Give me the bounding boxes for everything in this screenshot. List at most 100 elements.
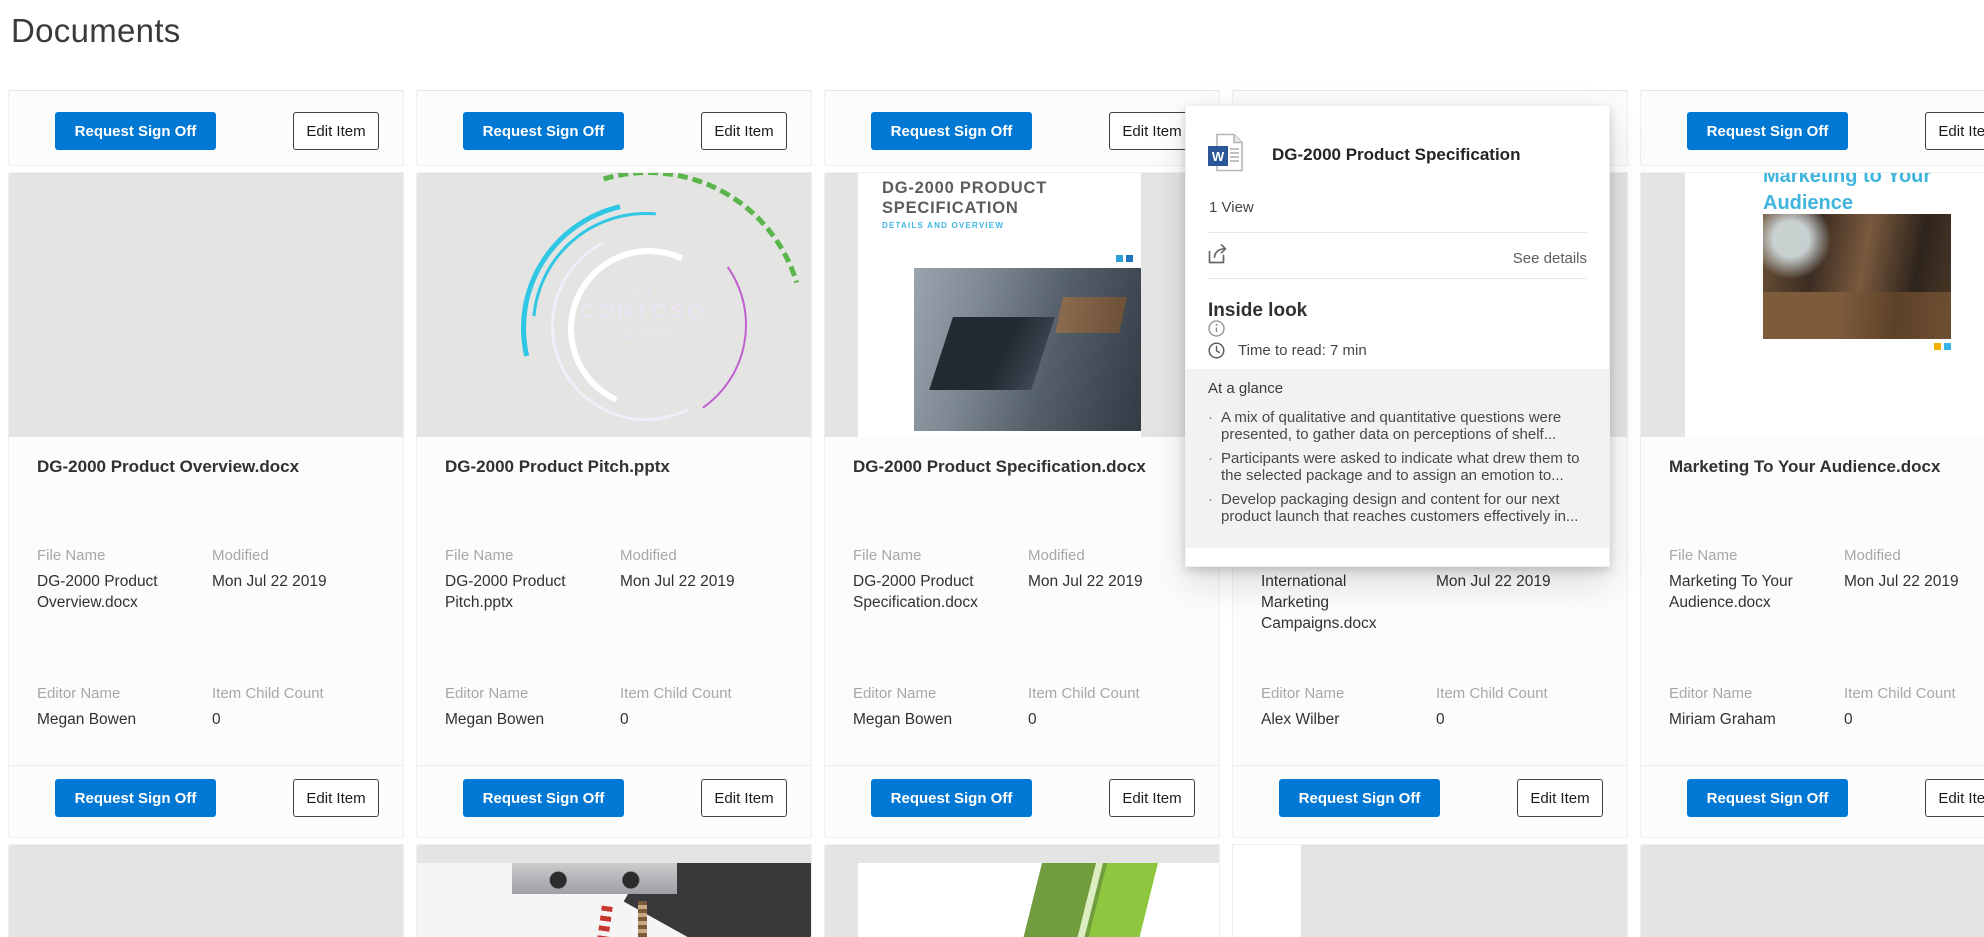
item-child-count-label: Item Child Count bbox=[1844, 685, 1984, 702]
editor-name-value: Megan Bowen bbox=[853, 709, 1028, 730]
document-thumbnail[interactable]: DG-2000 PRODUCT SPECIFICATION DETAILS AN… bbox=[825, 173, 1219, 437]
modified-label: Modified bbox=[620, 547, 797, 564]
edit-item-button[interactable]: Edit Item bbox=[1925, 112, 1984, 150]
slide-preview-page bbox=[858, 863, 1219, 937]
request-sign-off-button[interactable]: Request Sign Off bbox=[55, 112, 216, 150]
request-sign-off-button[interactable]: Request Sign Off bbox=[1687, 112, 1848, 150]
view-count: 1 View bbox=[1209, 199, 1254, 216]
previous-row-card-bottom: Request Sign Off Edit Item bbox=[824, 90, 1220, 166]
document-card-grid: Request Sign Off Edit Item DG-2000 Produ… bbox=[8, 90, 1984, 937]
request-sign-off-button[interactable]: Request Sign Off bbox=[463, 779, 624, 817]
item-child-count-label: Item Child Count bbox=[1436, 685, 1613, 702]
edit-item-button[interactable]: Edit Item bbox=[1517, 779, 1603, 817]
preview-bullets-decoration bbox=[1934, 343, 1951, 350]
file-hover-card: W DG-2000 Product Specification 1 View S… bbox=[1185, 105, 1610, 567]
document-thumbnail[interactable] bbox=[417, 845, 811, 937]
document-thumbnail[interactable] bbox=[9, 173, 403, 437]
modified-label: Modified bbox=[212, 547, 389, 564]
word-file-icon: W bbox=[1208, 133, 1244, 173]
item-child-count-value: 0 bbox=[212, 709, 389, 730]
file-name-label: File Name bbox=[445, 547, 620, 564]
next-row-card-top bbox=[1640, 844, 1984, 937]
item-child-count-value: 0 bbox=[620, 709, 797, 730]
edit-item-button[interactable]: Edit Item bbox=[293, 112, 379, 150]
document-thumbnail[interactable] bbox=[1233, 845, 1627, 937]
card-divider bbox=[1233, 765, 1627, 766]
item-child-count-value: 0 bbox=[1844, 709, 1984, 730]
see-details-link[interactable]: See details bbox=[1513, 250, 1587, 267]
request-sign-off-button[interactable]: Request Sign Off bbox=[1687, 779, 1848, 817]
editor-name-label: Editor Name bbox=[445, 685, 620, 702]
document-card: Marketing to Your Audience Marketing To … bbox=[1640, 172, 1984, 838]
info-icon[interactable] bbox=[1208, 320, 1319, 337]
modified-label: Modified bbox=[1844, 547, 1984, 564]
doc-preview-page: DG-2000 PRODUCT SPECIFICATION DETAILS AN… bbox=[858, 173, 1141, 437]
edit-item-button[interactable]: Edit Item bbox=[701, 779, 787, 817]
editor-name-value: Miriam Graham bbox=[1669, 709, 1844, 730]
document-title[interactable]: DG-2000 Product Overview.docx bbox=[37, 457, 387, 477]
glance-bullet: ·Participants were asked to indicate wha… bbox=[1208, 450, 1591, 484]
preview-subtitle: DETAILS AND OVERVIEW bbox=[882, 221, 1004, 230]
document-thumbnail[interactable] bbox=[9, 845, 403, 937]
file-name-label: File Name bbox=[1669, 547, 1844, 564]
edit-item-button[interactable]: Edit Item bbox=[293, 779, 379, 817]
card-divider bbox=[1641, 765, 1984, 766]
preview-heading: DG-2000 PRODUCT SPECIFICATION bbox=[882, 178, 1047, 218]
file-name-label: File Name bbox=[37, 547, 212, 564]
modified-value: Mon Jul 22 2019 bbox=[620, 571, 797, 592]
svg-text:W: W bbox=[1212, 149, 1225, 164]
editor-name-label: Editor Name bbox=[853, 685, 1028, 702]
request-sign-off-button[interactable]: Request Sign Off bbox=[463, 112, 624, 150]
time-to-read: Time to read: 7 min bbox=[1208, 342, 1367, 359]
doc-preview-page: Marketing to Your Audience bbox=[1685, 173, 1984, 437]
document-thumbnail[interactable]: Marketing to Your Audience bbox=[1641, 173, 1984, 437]
at-a-glance-panel: At a glance ·A mix of qualitative and qu… bbox=[1186, 369, 1609, 548]
divider bbox=[1208, 278, 1587, 279]
edit-item-button[interactable]: Edit Item bbox=[1109, 779, 1195, 817]
tablet-desk-photo bbox=[914, 268, 1141, 431]
card-column-3: Request Sign Off Edit Item DG-2000 PRODU… bbox=[824, 90, 1220, 937]
at-a-glance-heading: At a glance bbox=[1208, 380, 1591, 397]
next-row-card-top bbox=[824, 844, 1220, 937]
glance-bullet: ·Develop packaging design and content fo… bbox=[1208, 491, 1591, 525]
request-sign-off-button[interactable]: Request Sign Off bbox=[871, 779, 1032, 817]
edit-item-button[interactable]: Edit Item bbox=[701, 112, 787, 150]
edit-item-button[interactable]: Edit Item bbox=[1925, 779, 1984, 817]
file-name-label: File Name bbox=[853, 547, 1028, 564]
share-icon[interactable] bbox=[1207, 242, 1234, 266]
editor-name-value: Megan Bowen bbox=[37, 709, 212, 730]
inside-look-heading: Inside look bbox=[1208, 300, 1319, 339]
item-child-count-label: Item Child Count bbox=[620, 685, 797, 702]
glance-bullet: ·A mix of qualitative and quantitative q… bbox=[1208, 409, 1591, 443]
document-title[interactable]: DG-2000 Product Pitch.pptx bbox=[445, 457, 795, 477]
document-title[interactable]: Marketing To Your Audience.docx bbox=[1669, 457, 1984, 477]
next-row-card-top bbox=[416, 844, 812, 937]
file-name-value: DG-2000 Product Overview.docx bbox=[37, 571, 212, 613]
request-sign-off-button[interactable]: Request Sign Off bbox=[55, 779, 216, 817]
preview-bullets-decoration bbox=[1116, 255, 1133, 262]
modified-value: Mon Jul 22 2019 bbox=[1436, 571, 1613, 592]
document-card: DG-2000 Product Overview.docx File Name … bbox=[8, 172, 404, 838]
item-child-count-label: Item Child Count bbox=[212, 685, 389, 702]
next-row-card-top bbox=[8, 844, 404, 937]
item-child-count-value: 0 bbox=[1028, 709, 1205, 730]
request-sign-off-button[interactable]: Request Sign Off bbox=[1279, 779, 1440, 817]
modified-value: Mon Jul 22 2019 bbox=[1844, 571, 1984, 592]
card-column-5: Request Sign Off Edit Item Marketing to … bbox=[1640, 90, 1984, 937]
file-name-value: DG-2000 Product Pitch.pptx bbox=[445, 571, 620, 613]
item-child-count-label: Item Child Count bbox=[1028, 685, 1205, 702]
request-sign-off-button[interactable]: Request Sign Off bbox=[871, 112, 1032, 150]
file-name-value: International Marketing Campaigns.docx bbox=[1261, 571, 1436, 634]
document-title[interactable]: DG-2000 Product Specification.docx bbox=[853, 457, 1203, 477]
card-divider bbox=[825, 765, 1219, 766]
next-row-card-top bbox=[1232, 844, 1628, 937]
card-column-2: Request Sign Off Edit Item THE CONTOSO D… bbox=[416, 90, 812, 937]
modified-value: Mon Jul 22 2019 bbox=[212, 571, 389, 592]
document-thumbnail[interactable] bbox=[1641, 845, 1984, 937]
edit-item-button[interactable]: Edit Item bbox=[1109, 112, 1195, 150]
team-meeting-photo bbox=[1763, 214, 1951, 339]
document-thumbnail[interactable]: THE CONTOSO DG-2000 bbox=[417, 173, 811, 437]
document-card: THE CONTOSO DG-2000 DG-2000 Product Pitc… bbox=[416, 172, 812, 838]
hover-card-title: DG-2000 Product Specification bbox=[1272, 145, 1589, 165]
document-thumbnail[interactable] bbox=[825, 845, 1219, 937]
